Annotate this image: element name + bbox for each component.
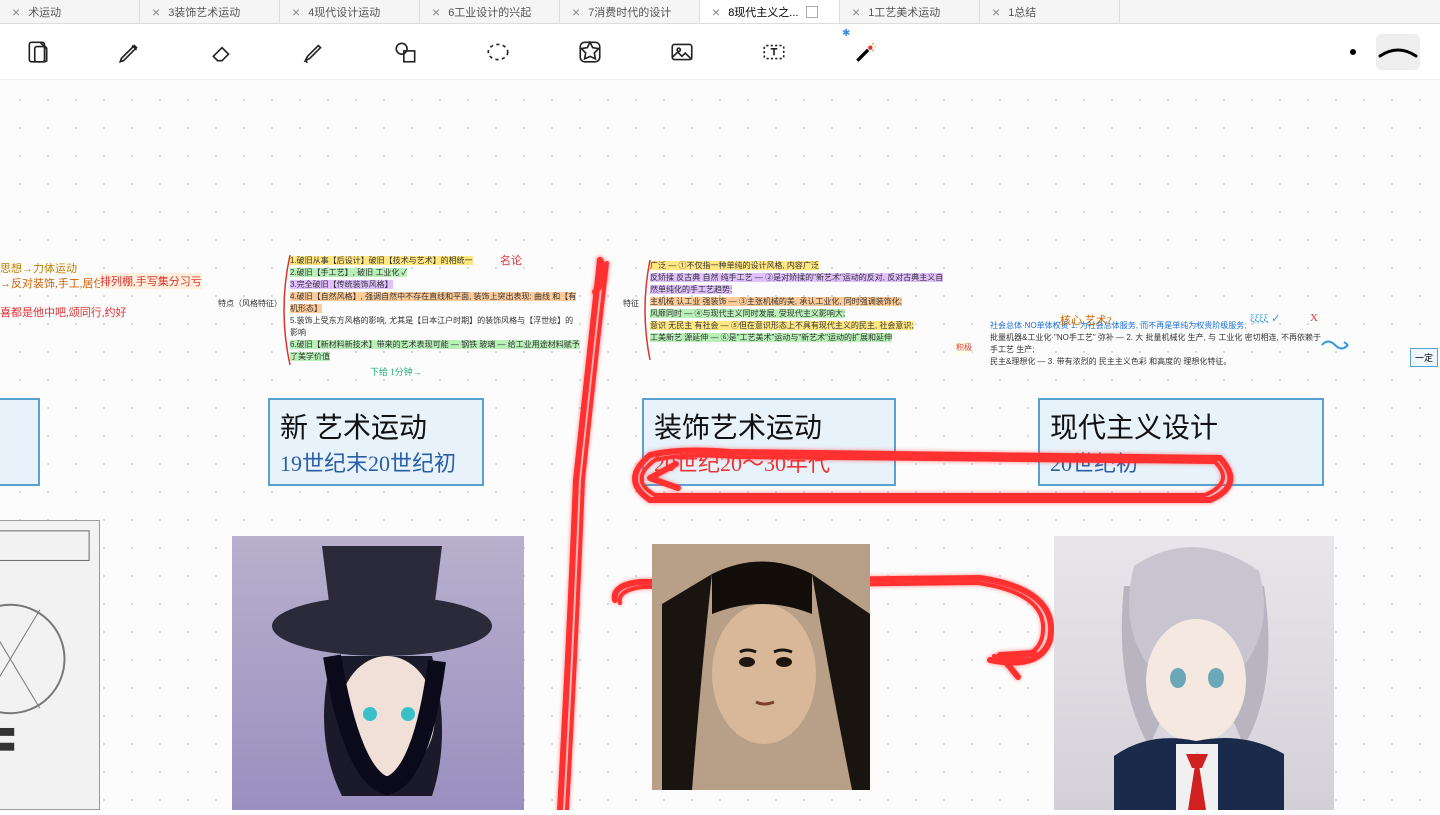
note-title: 现代主义设计 [1050,406,1312,446]
tab-label: 4现代设计运动 [308,4,380,20]
bluetooth-icon: ✱ [842,28,850,39]
tab-label: 8现代主义之... [728,4,798,20]
image-anime-2 [1054,536,1334,810]
tab-4[interactable]: × 7消费时代的设计 [560,0,700,23]
tab-6[interactable]: × 1工艺美术运动 [840,0,980,23]
note-box-2[interactable]: 装饰艺术运动 20世纪20～30年代 [642,398,896,486]
close-icon[interactable]: × [712,4,720,20]
shapes-tool-icon[interactable] [388,34,424,70]
note-subtitle: 20世纪初 [1050,446,1312,478]
dot-indicator[interactable] [1350,49,1356,55]
tab-label: 1总结 [1008,4,1036,20]
hand-squiggle: ξξξξ ✓ [1250,312,1280,325]
mind-label: 特征 [623,298,639,310]
tab-label: 1工艺美术运动 [868,4,940,20]
eraser-tool-icon[interactable] [204,34,240,70]
note-box-3[interactable]: 现代主义设计 20世纪初 [1038,398,1324,486]
image-photo [652,544,870,790]
note-box-fragment[interactable]: 动 [0,398,40,486]
sticker-tool-icon[interactable] [572,34,608,70]
hand-note: 排列棚,手写集分习亏 [100,273,202,289]
image-tool-icon[interactable] [664,34,700,70]
tab-label: 7消费时代的设计 [588,4,671,20]
page-tool-icon[interactable] [20,34,56,70]
tab-7[interactable]: × 1总结 [980,0,1120,23]
close-icon[interactable]: × [432,4,440,20]
hand-note: 思想→力体运动 [0,260,77,276]
tab-5[interactable]: × 8现代主义之... [700,0,840,23]
image-card-fragment [0,520,100,810]
lasso-tool-icon[interactable] [480,34,516,70]
mind-block-2: 广泛 — ①不仅指一种单纯的设计风格, 内容广泛 反矫揉 反古典 自然 纯手工艺… [650,260,950,344]
note-title: 装饰艺术运动 [654,406,884,446]
highlighter-tool-icon[interactable] [296,34,332,70]
close-icon[interactable]: × [572,4,580,20]
note-subtitle: 20世纪20～30年代 [654,446,884,478]
small-note-box[interactable]: 一定 [1410,348,1438,367]
tab-bar: × 术运动 × 3装饰艺术运动 × 4现代设计运动 × 6工业设计的兴起 × 7消费时代的… [0,0,1440,24]
canvas[interactable]: 思想→力体运动 →反对装饰,手工,居住 排列棚,手写集分习亏 喜都是他中吧,颂同… [0,80,1440,810]
tab-label: 3装饰艺术运动 [168,4,240,20]
close-icon[interactable]: × [852,4,860,20]
hand-note: 名论 [500,252,522,268]
hand-mark: X [1310,312,1318,324]
mind-block-3: 社会总体·NO单体权贵 1. 为社会总体服务, 而不再是单纯为权贵阶级服务; 批… [990,320,1330,368]
note-title: 动 [0,400,38,452]
split-icon[interactable] [806,6,818,18]
mind-label: 特点（风格特征） [218,298,282,310]
close-icon[interactable]: × [152,4,160,20]
close-icon[interactable]: × [12,4,20,20]
tab-3[interactable]: × 6工业设计的兴起 [420,0,560,23]
tab-0[interactable]: × 术运动 [0,0,140,23]
tab-1[interactable]: × 3装饰艺术运动 [140,0,280,23]
text-tool-icon[interactable] [756,34,792,70]
note-subtitle: 19世纪末20世纪初 [280,446,472,478]
close-icon[interactable]: × [992,4,1000,20]
stroke-preview[interactable] [1376,34,1420,70]
image-anime-1 [232,536,524,810]
hand-note: 下给 1分钟→ [370,365,422,378]
mind-block-1: 1.破旧从事【后设计】破旧【技术与艺术】的相统一 2.破旧【手工艺】, 破旧 工… [290,255,580,363]
toolbar: ✱ [0,24,1440,80]
note-title: 新 艺术运动 [280,406,472,446]
mind-label: 积极 [956,342,972,354]
close-icon[interactable]: × [292,4,300,20]
hand-note: 核心 艺术? [1060,312,1112,328]
tab-2[interactable]: × 4现代设计运动 [280,0,420,23]
hand-note: 喜都是他中吧,颂同行,约好 [0,304,127,320]
pen-tool-icon[interactable] [112,34,148,70]
hand-note: →反对装饰,手工,居住 [0,275,105,291]
tab-label: 术运动 [28,4,61,20]
note-box-1[interactable]: 新 艺术运动 19世纪末20世纪初 [268,398,484,486]
laser-tool-icon[interactable]: ✱ [848,34,884,70]
tab-label: 6工业设计的兴起 [448,4,531,20]
